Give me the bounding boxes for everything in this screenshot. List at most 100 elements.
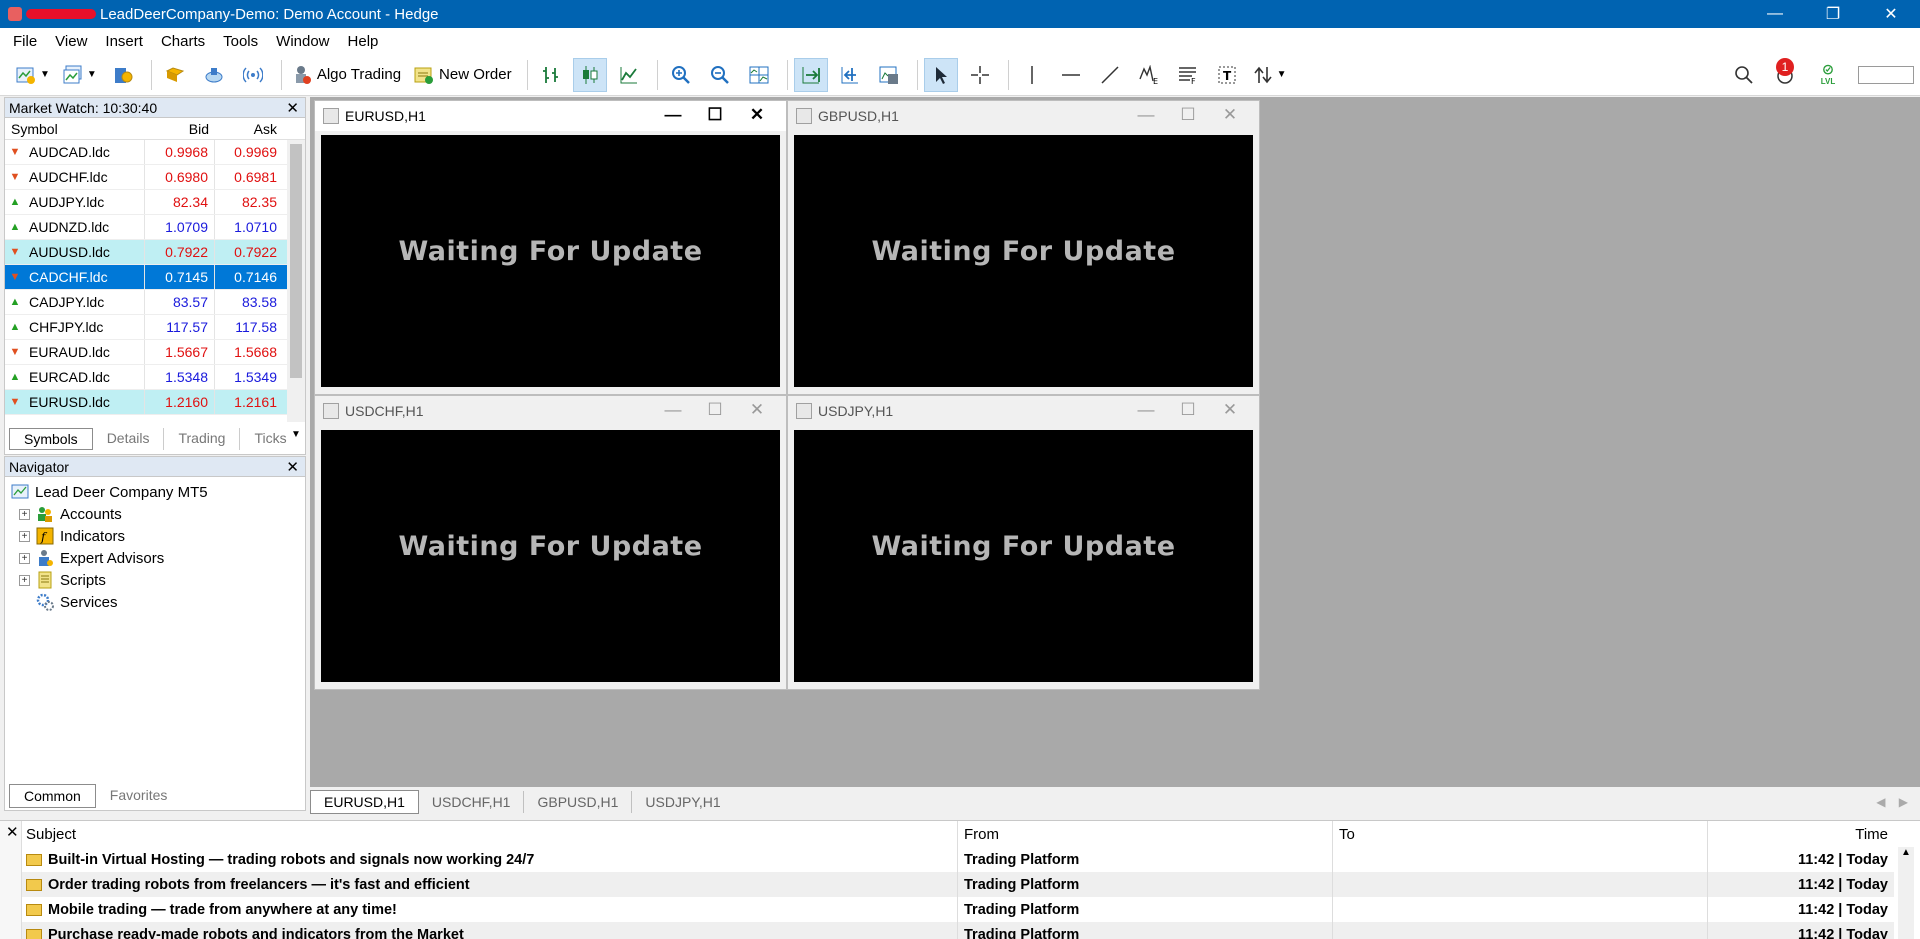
profiles-button[interactable]: ▼ — [59, 58, 101, 92]
menu-file[interactable]: File — [4, 33, 46, 50]
chart-window-usdchf[interactable]: USDCHF,H1 — ☐ ✕ Waiting For Update — [314, 395, 787, 690]
chart-window-eurusd[interactable]: EURUSD,H1 — ☐ ✕ Waiting For Update — [314, 100, 787, 395]
close-icon[interactable]: ✕ — [1209, 400, 1251, 420]
tab-ticks[interactable]: Ticks — [240, 428, 300, 450]
menu-window[interactable]: Window — [267, 33, 338, 50]
arrows-button[interactable]: ▼ — [1249, 58, 1291, 92]
scroll-up-icon[interactable]: ▲ — [1901, 847, 1911, 858]
market-watch-row[interactable]: ▲ CADJPY.ldc 83.57 83.58 — [5, 290, 305, 315]
chart-canvas[interactable]: Waiting For Update — [321, 135, 780, 387]
market-watch-row[interactable]: ▼ AUDUSD.ldc 0.7922 0.7922 — [5, 240, 305, 265]
restore-button[interactable]: ❐ — [1804, 0, 1862, 28]
minimize-icon[interactable]: — — [652, 400, 694, 420]
horizontal-line-button[interactable] — [1054, 58, 1088, 92]
market-watch-row[interactable]: ▼ EURUSD.ldc 1.2160 1.2161 — [5, 390, 305, 415]
chart-tab-gbpusd[interactable]: GBPUSD,H1 — [524, 791, 633, 813]
menu-insert[interactable]: Insert — [96, 33, 152, 50]
market-watch-row[interactable]: ▼ CADCHF.ldc 0.7145 0.7146 — [5, 265, 305, 290]
chart-tab-usdchf[interactable]: USDCHF,H1 — [419, 791, 525, 813]
close-icon[interactable]: ✕ — [286, 99, 299, 117]
tab-symbols[interactable]: Symbols — [9, 428, 93, 450]
minimize-button[interactable]: — — [1746, 0, 1804, 28]
chart-window-titlebar[interactable]: GBPUSD,H1 — ☐ ✕ — [788, 101, 1259, 131]
market-watch-row[interactable]: ▼ AUDCAD.ldc 0.9968 0.9969 — [5, 140, 305, 165]
auto-scroll-button[interactable] — [793, 57, 828, 92]
tab-trading[interactable]: Trading — [164, 428, 241, 450]
maximize-icon[interactable]: ☐ — [1167, 105, 1209, 125]
mailbox-row[interactable]: Order trading robots from freelancers — … — [22, 872, 1894, 897]
navigator-root[interactable]: Lead Deer Company MT5 — [5, 481, 305, 503]
candlestick-button[interactable] — [572, 57, 607, 92]
crosshair-button[interactable] — [963, 58, 997, 92]
maximize-icon[interactable]: ☐ — [694, 105, 736, 125]
algo-trading-button[interactable]: Algo Trading — [288, 58, 405, 92]
tile-windows-button[interactable] — [742, 58, 776, 92]
column-symbol[interactable]: Symbol — [5, 121, 145, 137]
menu-charts[interactable]: Charts — [152, 33, 214, 50]
chart-window-gbpusd[interactable]: GBPUSD,H1 — ☐ ✕ Waiting For Update — [787, 100, 1260, 395]
mailbox-row[interactable]: Built-in Virtual Hosting — trading robot… — [22, 847, 1894, 872]
tab-common[interactable]: Common — [9, 784, 96, 808]
level-button[interactable]: LVL — [1811, 58, 1845, 92]
close-icon[interactable]: ✕ — [736, 105, 778, 125]
mailbox-scrollbar[interactable]: ▲ — [1898, 847, 1914, 939]
zoom-in-button[interactable] — [664, 58, 698, 92]
scrollbar-thumb[interactable] — [290, 144, 302, 378]
menu-help[interactable]: Help — [339, 33, 388, 50]
tab-details[interactable]: Details — [93, 428, 165, 450]
chart-window-titlebar[interactable]: USDJPY,H1 — ☐ ✕ — [788, 396, 1259, 426]
column-to[interactable]: To — [1333, 821, 1708, 847]
market-watch-row[interactable]: ▲ EURCAD.ldc 1.5348 1.5349 — [5, 365, 305, 390]
column-bid[interactable]: Bid — [145, 121, 215, 137]
column-ask[interactable]: Ask — [215, 121, 283, 137]
market-watch-scrollbar[interactable]: ▼ — [287, 140, 305, 440]
navigator-item-accounts[interactable]: + Accounts — [5, 503, 305, 525]
trend-line-button[interactable] — [1093, 58, 1127, 92]
mailbox-row[interactable]: Mobile trading — trade from anywhere at … — [22, 897, 1894, 922]
fibonacci-button[interactable]: F — [1171, 58, 1205, 92]
expand-icon[interactable]: + — [19, 508, 30, 520]
tab-favorites[interactable]: Favorites — [96, 784, 182, 808]
market-watch-row[interactable]: ▼ AUDCHF.ldc 0.6980 0.6981 — [5, 165, 305, 190]
notifications-button[interactable]: 1 — [1766, 58, 1806, 92]
close-button[interactable]: ✕ — [1862, 0, 1920, 28]
column-from[interactable]: From — [958, 821, 1333, 847]
navigator-item-scripts[interactable]: + Scripts — [5, 569, 305, 591]
vertical-line-button[interactable] — [1015, 58, 1049, 92]
menu-view[interactable]: View — [46, 33, 96, 50]
market-watch-row[interactable]: ▲ CHFJPY.ldc 117.57 117.58 — [5, 315, 305, 340]
market-watch-row[interactable]: ▲ AUDJPY.ldc 82.34 82.35 — [5, 190, 305, 215]
new-chart-button[interactable]: ▼ — [12, 58, 54, 92]
elliott-wave-button[interactable]: E — [1132, 58, 1166, 92]
chart-tab-eurusd[interactable]: EURUSD,H1 — [310, 790, 419, 814]
market-watch-row[interactable]: ▼ EURAUD.ldc 1.5667 1.5668 — [5, 340, 305, 365]
bar-chart-button[interactable] — [534, 58, 568, 92]
minimize-icon[interactable]: — — [652, 105, 694, 125]
expand-icon[interactable]: + — [19, 574, 30, 586]
market-watch-row[interactable]: ▲ AUDNZD.ldc 1.0709 1.0710 — [5, 215, 305, 240]
navigator-item-indicators[interactable]: + f Indicators — [5, 525, 305, 547]
chart-canvas[interactable]: Waiting For Update — [794, 135, 1253, 387]
vps-button[interactable] — [197, 58, 231, 92]
new-order-button[interactable]: New Order — [410, 58, 516, 92]
zoom-out-button[interactable] — [703, 58, 737, 92]
maximize-icon[interactable]: ☐ — [1167, 400, 1209, 420]
chart-window-titlebar[interactable]: USDCHF,H1 — ☐ ✕ — [315, 396, 786, 426]
templates-button[interactable] — [872, 58, 906, 92]
signals-button[interactable] — [236, 58, 270, 92]
search-button[interactable] — [1727, 58, 1761, 92]
close-icon[interactable]: ✕ — [286, 458, 299, 476]
chart-canvas[interactable]: Waiting For Update — [794, 430, 1253, 682]
chart-shift-button[interactable] — [833, 58, 867, 92]
column-time[interactable]: Time — [1708, 821, 1894, 847]
menu-tools[interactable]: Tools — [214, 33, 267, 50]
market-watch-button[interactable] — [106, 58, 140, 92]
cursor-button[interactable] — [923, 57, 958, 92]
chart-window-usdjpy[interactable]: USDJPY,H1 — ☐ ✕ Waiting For Update — [787, 395, 1260, 690]
minimize-icon[interactable]: — — [1125, 400, 1167, 420]
close-icon[interactable]: ✕ — [736, 400, 778, 420]
tab-scroll-arrows[interactable]: ◀ ▶ — [1876, 795, 1908, 809]
chart-tab-usdjpy[interactable]: USDJPY,H1 — [632, 791, 733, 813]
maximize-icon[interactable]: ☐ — [694, 400, 736, 420]
expand-icon[interactable]: + — [19, 530, 30, 542]
